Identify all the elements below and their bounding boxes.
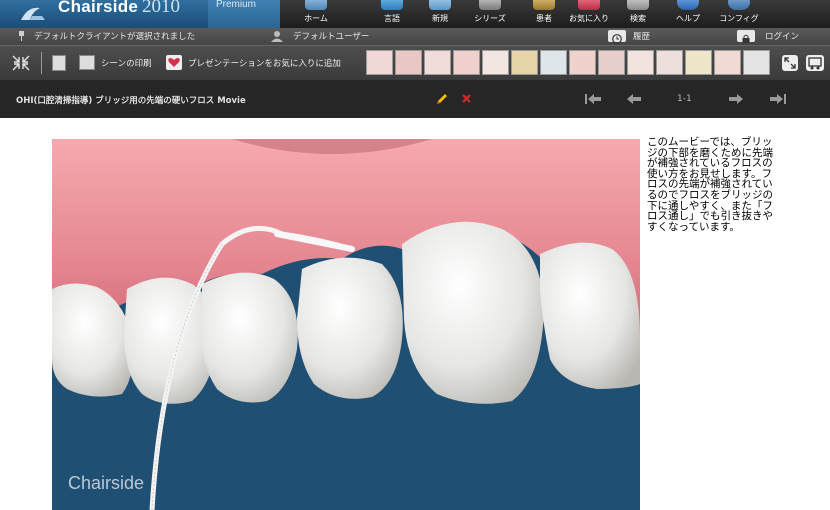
fullscreen-icon[interactable] [782, 55, 798, 71]
edit-pencil-icon[interactable] [435, 92, 449, 106]
status-bar: デフォルトクライアントが選択されました デフォルトユーザー 履歴 ログイン [0, 28, 830, 45]
thumbnail-scene-6[interactable] [511, 50, 538, 75]
new-icon [429, 0, 451, 10]
page-indicator: 1-1 [677, 94, 692, 104]
gear-icon [728, 0, 750, 10]
pin-icon [19, 31, 24, 41]
nav-help[interactable]: ヘルプ [668, 0, 708, 28]
clock-icon [612, 34, 622, 44]
nav-patient[interactable]: 患者 [524, 0, 564, 28]
thumbnail-scene-5[interactable] [482, 50, 509, 75]
thumbnail-scene-4[interactable] [453, 50, 480, 75]
history-button[interactable] [608, 30, 626, 44]
thumbnail-scene-14[interactable] [743, 50, 770, 75]
login-button[interactable] [737, 30, 755, 43]
globe-icon [381, 0, 403, 10]
slide-icon[interactable] [52, 55, 66, 71]
delete-x-icon[interactable] [461, 93, 472, 104]
nav-config[interactable]: コンフィグ [716, 0, 762, 28]
lock-icon [742, 34, 750, 43]
logo-year: 2010 [142, 0, 180, 17]
home-icon [305, 0, 327, 10]
movie-title: OHI(口腔清掃指導) ブリッジ用の先端の硬いフロス Movie [16, 96, 246, 106]
movie-title-bar: OHI(口腔清掃指導) ブリッジ用の先端の硬いフロス Movie 1-1 [0, 80, 830, 118]
scene-toolbar: シーンの印刷 プレゼンテーションをお気に入りに追加 [0, 45, 830, 80]
dental-floss-illustration [52, 139, 640, 510]
previous-page-icon[interactable] [626, 92, 642, 106]
next-page-icon[interactable] [728, 92, 744, 106]
thumbnail-scene-9[interactable] [598, 50, 625, 75]
favorites-icon [578, 0, 600, 10]
user-icon [271, 31, 283, 42]
user-status: デフォルトユーザー [293, 32, 370, 42]
patient-icon [533, 0, 555, 10]
logo-text: Chairside [58, 0, 139, 16]
logo-area: Chairside 2010 Premium [0, 0, 280, 28]
login-label[interactable]: ログイン [765, 30, 799, 42]
printer-icon[interactable] [79, 55, 95, 70]
nav-series[interactable]: シリーズ [468, 0, 512, 28]
thumbnail-scene-2[interactable] [395, 50, 422, 75]
last-page-icon[interactable] [769, 92, 787, 106]
movie-player[interactable]: Chairside [52, 139, 640, 510]
thumbnail-scene-11[interactable] [656, 50, 683, 75]
thumbnail-scene-12[interactable] [685, 50, 712, 75]
nav-language[interactable]: 言語 [372, 0, 412, 28]
first-page-icon[interactable] [584, 92, 602, 106]
thumbnail-scene-8[interactable] [569, 50, 596, 75]
nav-favorites[interactable]: お気に入り [566, 0, 612, 28]
client-status: デフォルトクライアントが選択されました [34, 32, 196, 42]
heart-icon[interactable] [166, 55, 182, 70]
add-to-favorites-label[interactable]: プレゼンテーションをお気に入りに追加 [188, 57, 341, 69]
edition-badge: Premium [208, 0, 280, 28]
toolbar-divider [41, 52, 42, 74]
chair-logo-icon [21, 7, 45, 20]
history-label[interactable]: 履歴 [633, 30, 650, 42]
thumbnail-scene-1[interactable] [366, 50, 393, 75]
movie-description: このムービーでは、ブリッジの下部を磨くために先端が補強されているフロスの使い方を… [647, 136, 773, 233]
thumbnail-scene-3[interactable] [424, 50, 451, 75]
series-icon [479, 0, 501, 10]
thumbnail-scene-7[interactable] [540, 50, 567, 75]
thumbnail-scene-10[interactable] [627, 50, 654, 75]
print-scene-label[interactable]: シーンの印刷 [101, 57, 152, 69]
presentation-icon[interactable] [806, 55, 824, 71]
watermark-logo: Chairside [68, 473, 145, 493]
thumbnail-scene-13[interactable] [714, 50, 741, 75]
nav-new[interactable]: 新規 [420, 0, 460, 28]
search-icon [627, 0, 649, 10]
nav-search[interactable]: 検索 [618, 0, 658, 28]
help-icon [677, 0, 699, 10]
top-navigation-bar: Chairside 2010 Premium ホーム 言語 新規 シリーズ 患者… [0, 0, 830, 28]
nav-home[interactable]: ホーム [296, 0, 336, 28]
collapse-icon[interactable] [12, 55, 30, 71]
